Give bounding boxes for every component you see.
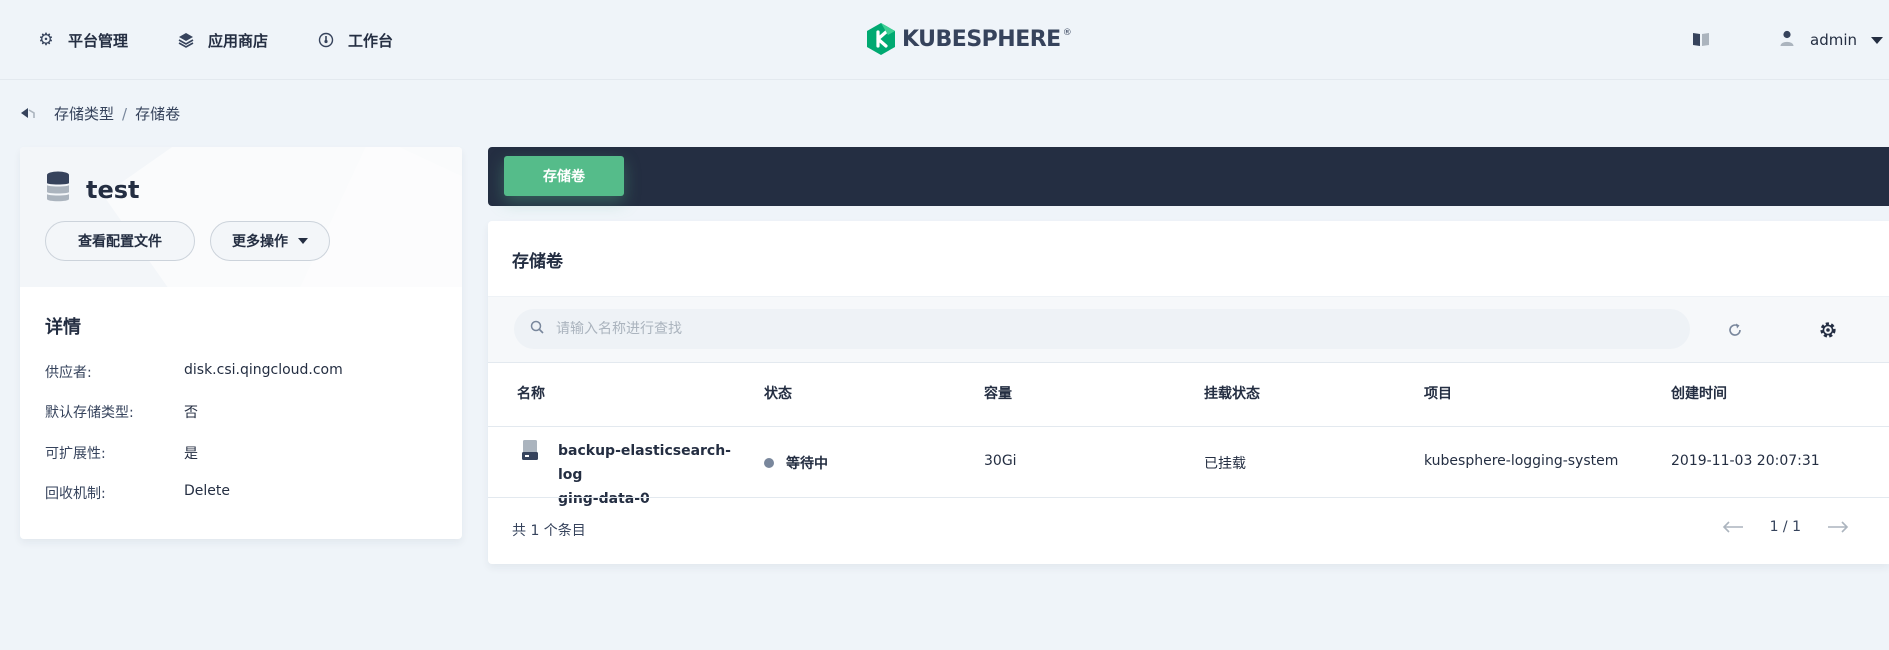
column-header-name[interactable]: 名称 [517, 383, 545, 403]
user-icon [1780, 30, 1794, 50]
dashboard-icon [316, 30, 336, 50]
tab-toolbar: 存储卷 [488, 147, 1889, 206]
prev-page-arrow-icon[interactable] [1722, 520, 1744, 534]
storage-class-detail-card: test 查看配置文件 更多操作 详情 供应者: disk.csi.qingcl… [20, 147, 462, 539]
detail-row-reclaim-policy: 回收机制: Delete [45, 483, 230, 503]
pagination: 1 / 1 [1722, 519, 1849, 535]
column-header-created[interactable]: 创建时间 [1671, 383, 1727, 403]
breadcrumb-separator: / [122, 104, 128, 123]
chevron-down-icon [298, 238, 308, 244]
tab-volumes[interactable]: 存储卷 [504, 156, 624, 196]
nav-platform-management[interactable]: ⚙ 平台管理 [36, 28, 128, 52]
detail-key: 可扩展性: [45, 446, 106, 462]
search-input[interactable] [556, 321, 1636, 337]
more-actions-label: 更多操作 [232, 234, 288, 250]
logo-text: KUBESPHERE [902, 26, 1061, 52]
search-icon [530, 320, 544, 338]
detail-value: Delete [184, 483, 230, 499]
row-divider [488, 497, 1889, 498]
nav-label: 平台管理 [68, 31, 129, 50]
search-bar [488, 296, 1889, 363]
column-header-project: 项目 [1424, 386, 1452, 402]
nav-label: 应用商店 [208, 31, 269, 50]
status-text: 等待中 [786, 456, 828, 472]
detail-card-header: test 查看配置文件 更多操作 [20, 147, 462, 287]
status-dot [764, 458, 774, 468]
detail-key: 默认存储类型: [45, 405, 134, 421]
page-indicator: 1 / 1 [1769, 519, 1801, 535]
detail-row-default: 默认存储类型: 否 [45, 402, 198, 422]
detail-row-expandable: 可扩展性: 是 [45, 443, 198, 463]
logo-registered-mark: ® [1062, 28, 1072, 38]
volumes-panel: 存储卷 名称 状态 容量 挂载状态 项目 创建时间 backup-elastic… [488, 221, 1889, 564]
gear-icon: ⚙ [38, 30, 54, 50]
detail-key: 供应者: [45, 365, 92, 381]
resource-title: test [46, 171, 140, 209]
created-time-value: 2019-11-03 20:07:31 [1671, 453, 1820, 469]
breadcrumb-volumes: 存储卷 [135, 105, 181, 123]
more-actions-button[interactable]: 更多操作 [210, 221, 330, 261]
nav-app-store[interactable]: 应用商店 [176, 28, 268, 52]
username: admin [1810, 31, 1857, 49]
settings-gear-icon[interactable] [1818, 320, 1838, 340]
storage-class-name: test [86, 176, 140, 204]
breadcrumb: 存储类型 / 存储卷 [20, 103, 180, 124]
detail-key: 回收机制: [45, 486, 106, 502]
nav-workbench[interactable]: 工作台 [316, 28, 393, 52]
breadcrumb-storage-class[interactable]: 存储类型 [54, 103, 114, 124]
detail-value: disk.csi.qingcloud.com [184, 362, 343, 378]
view-config-label: 查看配置文件 [78, 234, 162, 250]
layers-icon [176, 30, 196, 50]
volume-name-line: backup-elasticsearch-log [558, 443, 731, 483]
user-menu[interactable]: admin [1780, 28, 1883, 52]
status-badge: 等待中 [764, 453, 828, 473]
volume-icon [521, 439, 539, 465]
documentation-icon[interactable] [1692, 31, 1710, 47]
column-header-status: 状态 [764, 386, 792, 402]
detail-row-provisioner: 供应者: disk.csi.qingcloud.com [45, 362, 343, 382]
total-count: 共 1 个条目 [512, 523, 586, 539]
row-divider [488, 426, 1889, 427]
back-icon[interactable] [20, 105, 38, 123]
chevron-down-icon [1871, 36, 1883, 44]
detail-value: 否 [184, 405, 198, 421]
mount-status-value: 已挂载 [1204, 456, 1246, 472]
view-config-button[interactable]: 查看配置文件 [45, 221, 195, 261]
search-field[interactable] [514, 309, 1690, 349]
database-icon [46, 171, 70, 209]
volume-name-line: ging-data-0 [558, 491, 650, 507]
volume-name[interactable]: backup-elasticsearch-log ging-data-0 [558, 439, 738, 511]
capacity-value: 30Gi [984, 453, 1017, 469]
detail-value: 是 [184, 446, 198, 462]
next-page-arrow-icon[interactable] [1827, 520, 1849, 534]
nav-label: 工作台 [348, 31, 394, 50]
kubesphere-logo-icon [867, 23, 895, 55]
column-header-capacity: 容量 [984, 386, 1012, 402]
project-value[interactable]: kubesphere-logging-system [1424, 453, 1618, 469]
kubesphere-logo[interactable]: KUBESPHERE ® [866, 21, 1072, 57]
refresh-icon[interactable] [1726, 321, 1744, 339]
panel-title: 存储卷 [512, 252, 563, 272]
details-heading: 详情 [45, 317, 81, 338]
tab-volumes-label: 存储卷 [543, 169, 585, 185]
top-navigation: ⚙ 平台管理 应用商店 工作台 KUBESPHERE ® admin [0, 0, 1889, 80]
column-header-mount-status: 挂载状态 [1204, 386, 1260, 402]
